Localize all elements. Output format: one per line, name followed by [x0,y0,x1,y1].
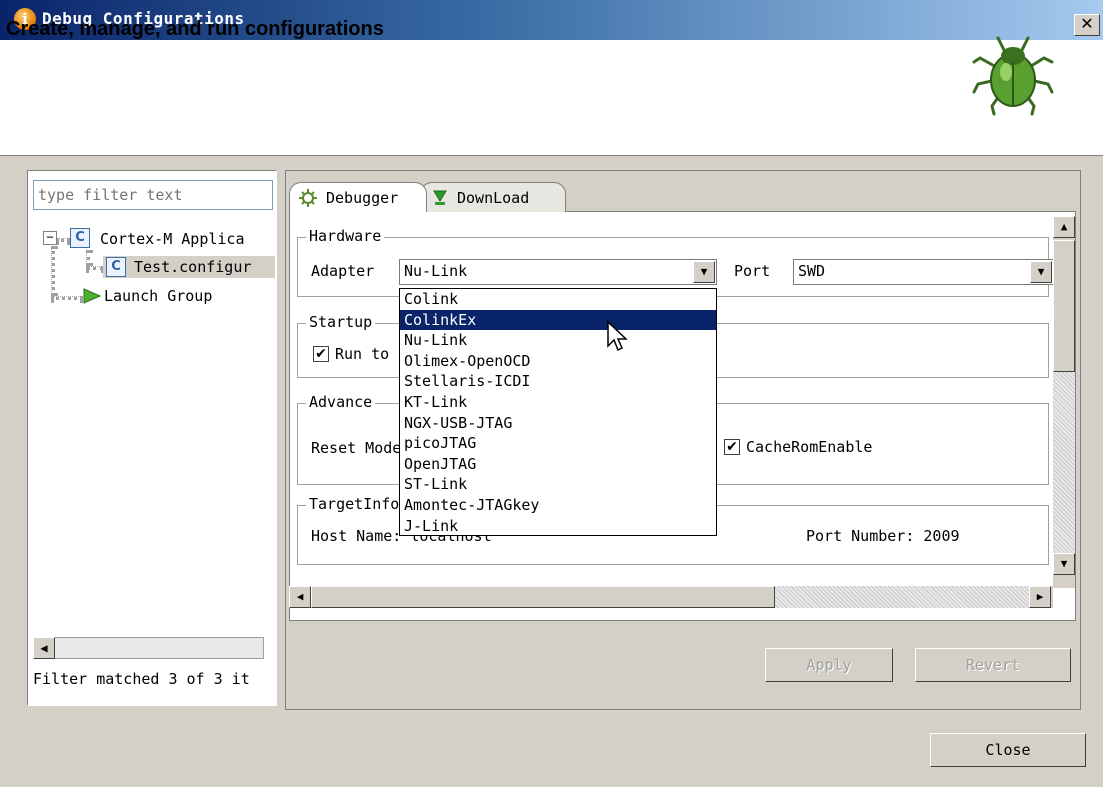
dropdown-option-selected[interactable]: ColinkEx [400,309,716,331]
run-to-checkbox[interactable]: ✔ [313,346,329,362]
tab-debugger-label: Debugger [326,189,399,207]
dropdown-option[interactable]: KT-Link [400,392,716,413]
gear-icon [299,189,317,207]
port-select[interactable]: SWD [793,259,1055,285]
tab-debugger[interactable]: Debugger [289,182,427,212]
apply-button[interactable]: Apply [765,648,893,682]
scroll-down-button[interactable]: ▼ [1053,553,1075,575]
tree-connector [51,246,55,296]
dropdown-option[interactable]: Colink [400,289,716,310]
tree-connector [56,238,70,242]
download-icon [433,190,447,205]
horizontal-scroll-track[interactable] [775,586,1029,608]
horizontal-scroll-thumb[interactable] [311,586,775,608]
port-dropdown-arrow[interactable]: ▼ [1030,261,1052,283]
bug-icon [972,36,1054,116]
cache-rom-checkbox[interactable]: ✔ [724,439,740,455]
tab-download-label: DownLoad [457,189,530,207]
dropdown-option[interactable]: picoJTAG [400,433,716,454]
close-button[interactable]: Close [930,733,1086,767]
hardware-group-title: Hardware [306,227,385,245]
tree-horizontal-scrollbar[interactable] [33,637,264,659]
tree-item-cortex-m[interactable]: Cortex-M Applica [100,230,245,248]
filter-status-text: Filter matched 3 of 3 it [33,670,250,688]
vertical-scroll-thumb[interactable] [1053,240,1075,372]
adapter-dropdown-arrow[interactable]: ▼ [693,261,715,283]
dropdown-option[interactable]: ST-Link [400,474,716,495]
dropdown-option[interactable]: Nu-Link [400,330,716,351]
tab-download[interactable]: DownLoad [420,182,566,212]
launch-group-icon [83,288,102,304]
tree-item-launch-group[interactable]: Launch Group [104,287,212,305]
reset-mode-label: Reset Mode [311,439,402,457]
dropdown-option[interactable]: J-Link [400,516,716,537]
port-number-label: Port Number: 2009 [806,527,960,545]
c-config-icon: C [70,228,90,248]
dropdown-option[interactable]: Amontec-JTAGkey [400,495,716,516]
tree-connector [86,266,104,270]
startup-group-title: Startup [306,313,376,331]
vertical-scroll-track[interactable] [1053,372,1075,566]
tree-item-test-config[interactable]: Test.configur [134,258,251,276]
dropdown-option[interactable]: OpenJTAG [400,454,716,475]
adapter-label: Adapter [311,262,375,280]
scroll-right-button[interactable]: ▶ [1029,586,1051,608]
tree-connector [51,296,83,300]
mouse-cursor-icon [607,320,628,352]
cache-rom-label: CacheRomEnable [746,438,873,456]
scroll-up-button[interactable]: ▲ [1053,216,1075,238]
adapter-dropdown-list: Colink ColinkEx Nu-Link Olimex-OpenOCD S… [399,288,717,536]
scroll-left-button[interactable]: ◀ [33,637,55,659]
revert-button[interactable]: Revert [915,648,1071,682]
port-label: Port [734,262,771,280]
target-info-group-title: TargetInfo [306,495,403,513]
adapter-select[interactable]: Nu-Link [399,259,717,285]
scroll-left-button[interactable]: ◀ [289,586,311,608]
run-to-label: Run to [335,345,390,363]
advance-group-title: Advance [306,393,376,411]
close-window-button[interactable]: ✕ [1074,14,1100,36]
dropdown-option[interactable]: Stellaris-ICDI [400,371,716,392]
dialog-header [0,40,1103,156]
dropdown-option[interactable]: NGX-USB-JTAG [400,413,716,434]
tree-collapse-toggle[interactable]: − [43,231,57,245]
header-title: Create, manage, and run configurations [6,18,384,40]
config-tree-panel [27,170,277,706]
filter-input[interactable] [33,180,273,210]
c-config-icon: C [106,257,126,277]
tree-connector [86,250,90,266]
dropdown-option[interactable]: Olimex-OpenOCD [400,351,716,372]
